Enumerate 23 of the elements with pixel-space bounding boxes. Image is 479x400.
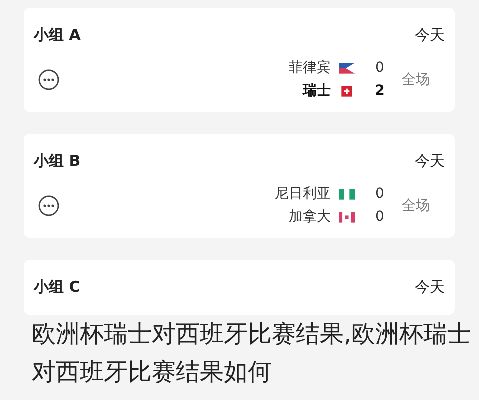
- period-label: 全场: [401, 196, 431, 214]
- flag-icon: [339, 188, 355, 200]
- group-title: 小组 A: [34, 26, 81, 45]
- flag-icon: [339, 62, 355, 74]
- group-title: 小组 C: [34, 278, 80, 297]
- flag-icon: [339, 212, 355, 222]
- flag-icon: [339, 86, 355, 96]
- team-score: 0: [374, 209, 386, 225]
- team-name: 菲律宾: [289, 59, 331, 77]
- caption: 欧洲杯瑞士对西班牙比赛结果,欧洲杯瑞士对西班牙比赛结果如何: [32, 319, 473, 388]
- more-icon[interactable]: [38, 194, 60, 216]
- date-label: 今天: [415, 278, 445, 297]
- more-icon[interactable]: [38, 68, 60, 90]
- team-score: 0: [374, 60, 386, 76]
- team-score: 0: [374, 186, 386, 202]
- team-name: 瑞士: [303, 82, 331, 100]
- team-name: 尼日利亚: [275, 185, 331, 203]
- team-name: 加拿大: [289, 208, 331, 226]
- date-label: 今天: [415, 26, 445, 45]
- date-label: 今天: [415, 152, 445, 171]
- team-score: 2: [374, 83, 386, 99]
- period-label: 全场: [401, 70, 431, 88]
- group-title: 小组 B: [34, 152, 81, 171]
